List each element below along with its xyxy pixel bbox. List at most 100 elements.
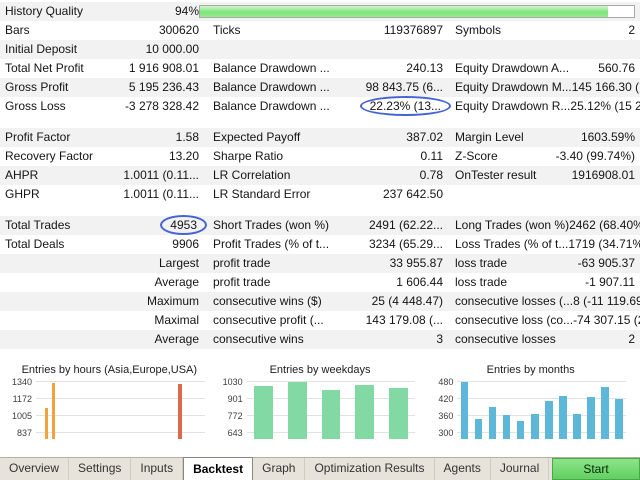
stat-pair: GHPR1.0011 (0.11... <box>5 185 199 204</box>
chart-entries-by-months: Entries by months480420360300 <box>425 363 636 439</box>
axis-tick-label: 480 <box>438 377 453 387</box>
stat-value: 13.20 <box>169 147 199 166</box>
stat-value: 143 179.08 (... <box>366 311 443 330</box>
stat-label: Initial Deposit <box>5 40 77 59</box>
stat-value: 98 843.75 (6... <box>366 78 443 97</box>
stat-label: Ticks <box>213 21 241 40</box>
stat-label: Recovery Factor <box>5 147 93 166</box>
stat-value: -3 278 328.42 <box>125 97 199 116</box>
stat-label: Short Trades (won %) <box>213 216 329 235</box>
report-row: Maximum consecutive wins ($)25 (4 448.47)… <box>0 292 640 311</box>
stat-pair: consecutive profit (...143 179.08 (... <box>213 311 443 330</box>
axis-tick-label: 772 <box>228 411 243 421</box>
stat-value: 2 <box>628 21 635 40</box>
stat-value: 1.0011 (0.11... <box>123 166 199 185</box>
tab-settings[interactable]: Settings <box>69 458 131 480</box>
stat-value: 1.58 <box>176 128 199 147</box>
stat-value: 4953 <box>168 216 199 235</box>
stat-value: 5 195 236.43 <box>129 78 199 97</box>
tab-inputs[interactable]: Inputs <box>131 458 183 480</box>
tab-graph[interactable]: Graph <box>253 458 305 480</box>
chart-title: Entries by months <box>425 363 636 379</box>
stat-value: 33 955.87 <box>390 254 443 273</box>
stat-value: Largest <box>159 254 199 273</box>
stat-label: Profit Factor <box>5 128 70 147</box>
stat-pair: Short Trades (won %)2491 (62.22... <box>213 216 443 235</box>
stat-label: Balance Drawdown ... <box>213 59 330 78</box>
stat-label: consecutive losses (... <box>455 292 573 311</box>
stat-pair: Gross Profit5 195 236.43 <box>5 78 199 97</box>
chart-bar <box>178 384 182 439</box>
stat-label: Equity Drawdown R... <box>455 97 570 116</box>
stat-pair: consecutive wins ($)25 (4 448.47) <box>213 292 443 311</box>
stat-pair: consecutive wins 3 <box>213 330 443 349</box>
tab-agents[interactable]: Agents <box>435 458 491 480</box>
report-row: Profit Factor1.58Expected Payoff387.02Ma… <box>0 128 640 147</box>
spacer-row <box>0 116 640 128</box>
stat-value: 1719 (34.71%) <box>568 235 640 254</box>
stat-pair: Loss Trades (% of t...1719 (34.71%) <box>455 235 635 254</box>
tab-overview[interactable]: Overview <box>0 458 69 480</box>
stat-label: consecutive loss (co... <box>455 311 573 330</box>
stat-label: loss trade <box>455 273 507 292</box>
stat-value: 145 166.30 (... <box>572 78 640 97</box>
stat-pair <box>455 185 635 204</box>
stat-value: -63 905.37 <box>578 254 635 273</box>
stat-pair: Total Net Profit1 916 908.01 <box>5 59 199 78</box>
stat-pair: Average <box>5 330 199 349</box>
stat-label: Symbols <box>455 21 501 40</box>
stat-pair: Equity Drawdown R...25.12% (15 2... <box>455 97 635 116</box>
chart-bar <box>531 414 539 439</box>
stat-pair: Balance Drawdown ...240.13 <box>213 59 443 78</box>
stat-label: profit trade <box>213 273 270 292</box>
stat-pair: Average <box>5 273 199 292</box>
tab-optimization-results[interactable]: Optimization Results <box>305 458 434 480</box>
chart-plot <box>247 379 416 439</box>
stat-label: Balance Drawdown ... <box>213 97 330 116</box>
stat-label: loss trade <box>455 254 507 273</box>
chart-bar <box>288 382 307 439</box>
tab-backtest[interactable]: Backtest <box>183 457 253 480</box>
stat-value: 387.02 <box>406 128 443 147</box>
report-row: Maximal consecutive profit (...143 179.08… <box>0 311 640 330</box>
stat-pair: profit trade1 606.44 <box>213 273 443 292</box>
stat-pair: LR Standard Error237 642.50 <box>213 185 443 204</box>
chart-bar <box>545 401 553 439</box>
stat-value: 560.76 <box>598 59 635 78</box>
stat-pair <box>455 40 635 59</box>
stat-label: consecutive losses <box>455 330 556 349</box>
stat-pair: consecutive losses2 <box>455 330 635 349</box>
stat-value: 1916908.01 <box>572 166 635 185</box>
report-row: Largestprofit trade33 955.87loss trade-6… <box>0 254 640 273</box>
tab-journal[interactable]: Journal <box>491 458 549 480</box>
stat-pair: AHPR1.0011 (0.11... <box>5 166 199 185</box>
stat-pair: consecutive loss (co...-74 307.15 (2... <box>455 311 635 330</box>
stat-pair: Equity Drawdown M...145 166.30 (... <box>455 78 635 97</box>
chart-bar <box>355 385 374 439</box>
axis-tick-label: 837 <box>17 428 32 438</box>
stat-label: consecutive wins <box>213 330 304 349</box>
axis-tick-label: 1005 <box>12 411 32 421</box>
stat-value: 3 <box>436 330 443 349</box>
stat-pair: Maximum <box>5 292 199 311</box>
chart-bar <box>559 396 567 439</box>
chart-title: Entries by weekdays <box>215 363 426 379</box>
stat-pair: Z-Score-3.40 (99.74%) <box>455 147 635 166</box>
report-row: Gross Profit5 195 236.43Balance Drawdown… <box>0 78 640 97</box>
stat-value: 1.0011 (0.11... <box>123 185 199 204</box>
chart-plot-area: 134011721005837 <box>4 379 215 439</box>
report-row: Recovery Factor13.20Sharpe Ratio0.11Z-Sc… <box>0 147 640 166</box>
chart-bar <box>322 390 341 439</box>
stat-value: 10 000.00 <box>146 40 199 59</box>
stat-pair: Symbols 2 <box>455 21 635 40</box>
bottom-tab-bar: OverviewSettingsInputsBacktestGraphOptim… <box>0 457 640 480</box>
stat-value: 237 642.50 <box>383 185 443 204</box>
chart-bar <box>489 407 497 439</box>
entry-charts-row: Entries by hours (Asia,Europe,USA)134011… <box>0 363 640 439</box>
chart-bar <box>461 382 469 439</box>
axis-tick-label: 420 <box>438 394 453 404</box>
annotation-circle: 22.23% (13... <box>360 96 451 116</box>
start-button[interactable]: Start <box>552 458 640 480</box>
stat-value: 300620 <box>159 21 199 40</box>
stat-value: Maximal <box>154 311 199 330</box>
